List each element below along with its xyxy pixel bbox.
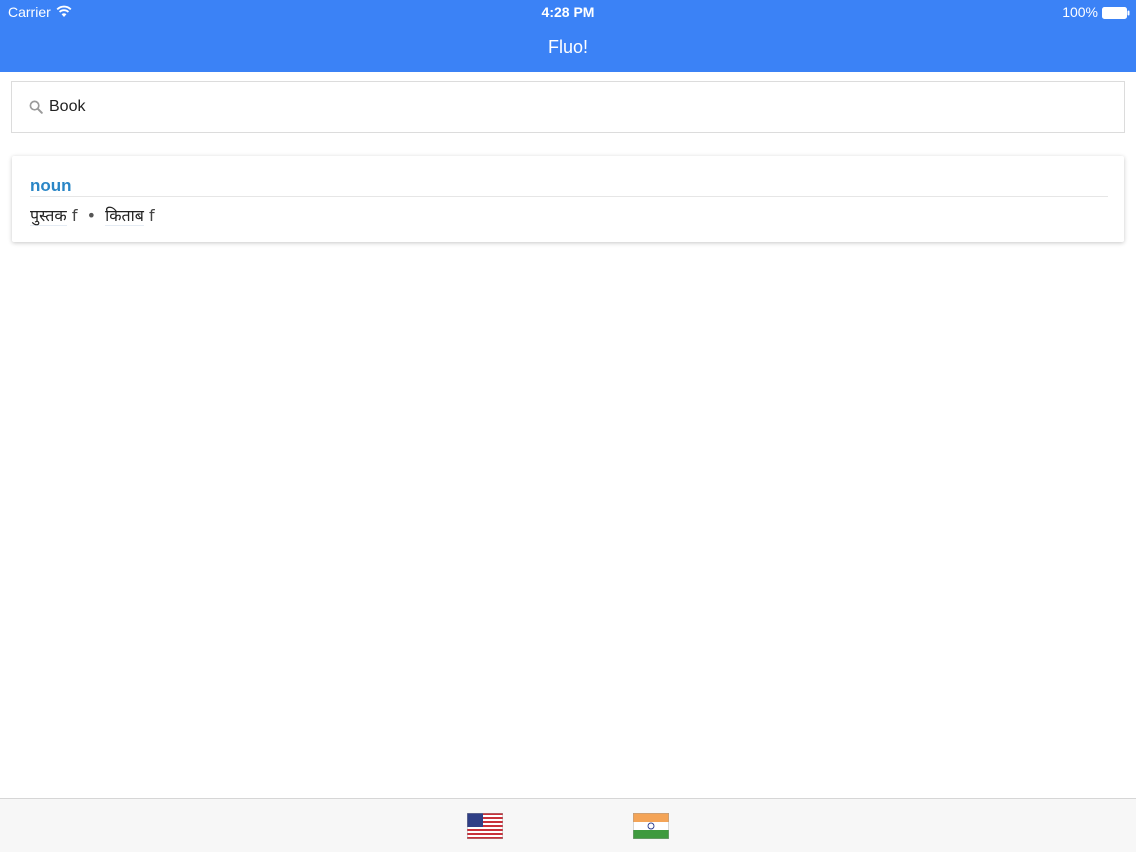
result-card: noun पुस्तक f • किताब f — [12, 156, 1124, 242]
page-title: Fluo! — [547, 37, 589, 57]
india-flag-icon — [633, 813, 669, 839]
tab-bar — [0, 798, 1136, 852]
translation-word[interactable]: पुस्तक — [30, 206, 67, 226]
header: Carrier 4:28 PM 100% Fluo! — [0, 0, 1136, 72]
screen: Carrier 4:28 PM 100% Fluo! Book noun पुस… — [0, 0, 1136, 852]
translation-word[interactable]: किताब — [105, 206, 144, 226]
separator-bullet: • — [86, 206, 96, 225]
tab-english[interactable] — [467, 813, 503, 839]
status-bar: Carrier 4:28 PM 100% — [0, 0, 1136, 24]
search-bar[interactable] — [11, 81, 1125, 133]
search-icon — [29, 100, 43, 114]
us-flag-icon — [467, 813, 503, 839]
gender-marker: f — [149, 206, 155, 225]
translation-list: पुस्तक f • किताब f — [30, 204, 155, 226]
battery-icon — [1102, 6, 1130, 19]
part-of-speech-label: noun — [30, 176, 72, 195]
divider — [30, 196, 1108, 197]
search-input[interactable] — [49, 95, 1109, 119]
tab-hindi[interactable] — [633, 813, 669, 839]
gender-marker: f — [71, 206, 78, 225]
clock: 4:28 PM — [541, 4, 595, 20]
battery-percentage: 100% — [1062, 4, 1098, 20]
